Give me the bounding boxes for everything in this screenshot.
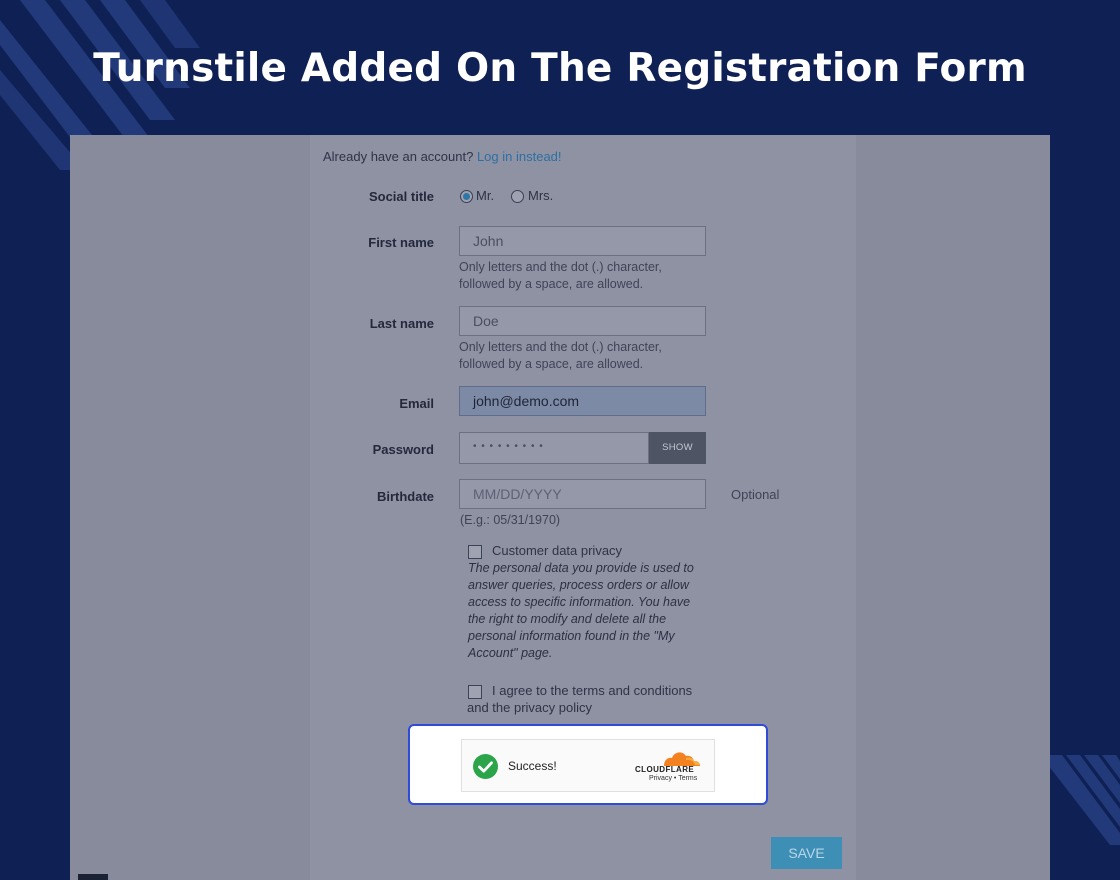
password-input[interactable]: • • • • • • • • •: [459, 432, 649, 464]
turnstile-link-separator: •: [673, 775, 677, 782]
first-name-help: Only letters and the dot (.) character, …: [459, 260, 662, 291]
privacy-label: Customer data privacy: [492, 543, 623, 558]
radio-mrs[interactable]: [511, 190, 524, 203]
first-name-label: First name: [368, 235, 434, 250]
scroll-to-top-stub: [78, 874, 108, 880]
password-label: Password: [372, 442, 434, 457]
registration-screenshot: Already have an account? Log in instead!…: [70, 135, 1050, 880]
radio-mr[interactable]: [460, 190, 473, 203]
birthdate-optional: Optional: [731, 487, 780, 502]
turnstile-privacy-link[interactable]: Privacy: [649, 775, 672, 782]
privacy-checkbox[interactable]: [468, 545, 482, 559]
privacy-description: The personal data you provide is used to…: [468, 561, 694, 660]
turnstile-widget[interactable]: Success! CLOUDFLARE Privacy • Terms: [461, 739, 715, 792]
save-button[interactable]: SAVE: [771, 837, 842, 869]
show-password-button[interactable]: SHOW: [649, 432, 706, 464]
radio-mr-label: Mr.: [476, 188, 495, 203]
last-name-input[interactable]: Doe: [459, 306, 706, 336]
success-check-icon: [473, 754, 498, 779]
login-prompt: Already have an account? Log in instead!: [323, 149, 562, 164]
birthdate-label: Birthdate: [376, 489, 434, 504]
social-title-label: Social title: [368, 189, 434, 204]
email-input[interactable]: john@demo.com: [459, 386, 706, 416]
turnstile-terms-link[interactable]: Terms: [678, 775, 697, 782]
terms-checkbox[interactable]: [468, 685, 482, 699]
birthdate-example: (E.g.: 05/31/1970): [460, 513, 561, 527]
decorative-stripes-bottom-right: [1048, 755, 1120, 845]
login-link[interactable]: Log in instead!: [477, 149, 562, 164]
birthdate-input[interactable]: MM/DD/YYYY: [459, 479, 706, 509]
turnstile-highlight-frame: Success! CLOUDFLARE Privacy • Terms: [408, 724, 768, 805]
last-name-help: Only letters and the dot (.) character, …: [459, 340, 662, 371]
radio-mrs-label: Mrs.: [528, 188, 554, 203]
terms-label-line1: I agree to the terms and conditions: [492, 683, 693, 698]
cloudflare-wordmark: CLOUDFLARE: [635, 765, 695, 774]
email-label: Email: [399, 396, 434, 411]
turnstile-links: Privacy • Terms: [649, 775, 697, 782]
first-name-input[interactable]: John: [459, 226, 706, 256]
turnstile-status: Success!: [508, 759, 557, 773]
last-name-label: Last name: [369, 316, 434, 331]
terms-label-line2: and the privacy policy: [467, 700, 593, 715]
banner-title: Turnstile Added On The Registration Form: [93, 46, 1027, 91]
